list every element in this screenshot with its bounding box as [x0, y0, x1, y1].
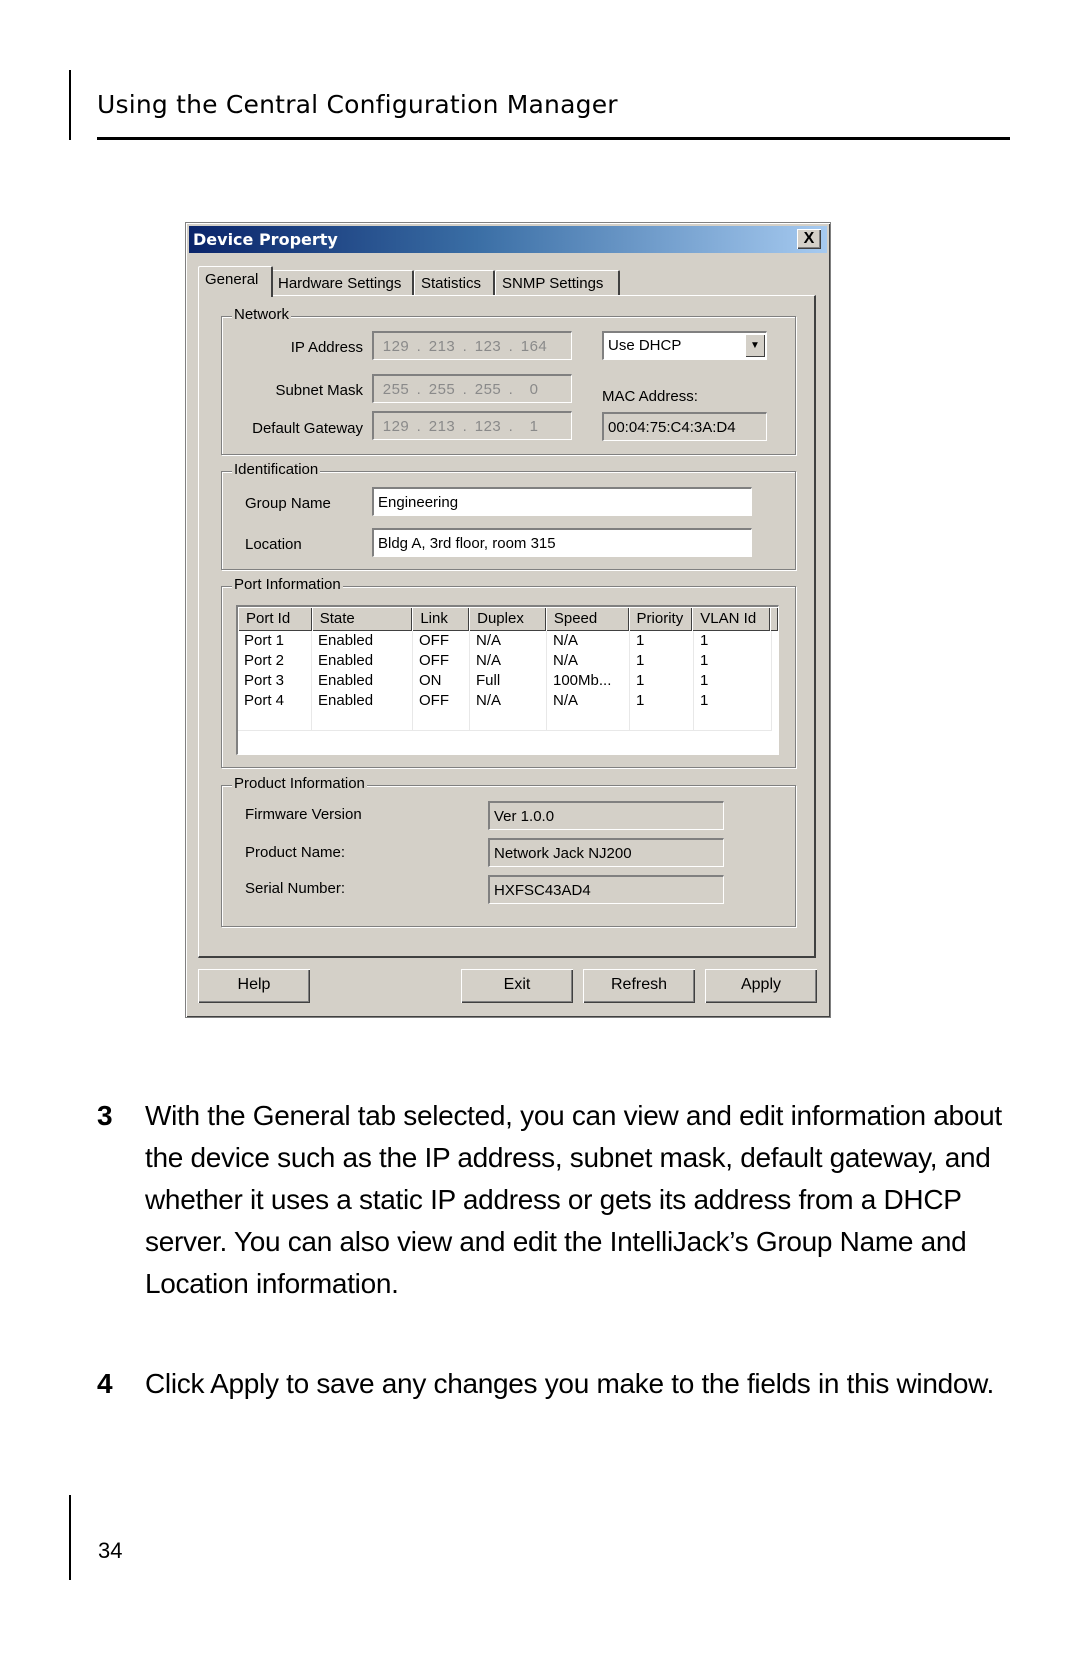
default-gateway-field[interactable]: 129. 213. 123. 1: [372, 411, 572, 440]
port-cell-link: OFF: [413, 691, 470, 711]
empty-row: [238, 711, 778, 731]
column-header-port-id[interactable]: Port Id: [238, 607, 312, 631]
step-text: With the General tab selected, you can v…: [145, 1100, 1002, 1299]
port-cell-speed: N/A: [547, 691, 630, 711]
port-list-body: Port 1 Enabled OFF N/A N/A 1 1 Port 2 Enabled OFF…: [238, 631, 778, 711]
serial-number-label: Serial Number:: [245, 880, 346, 897]
product-name-field: Network Jack NJ200: [488, 838, 724, 867]
general-tab-panel: Network IP Address 129. 213. 123. 164 Use D…: [198, 295, 816, 958]
dialog-title: Device Property: [193, 230, 338, 249]
port-cell-link: ON: [413, 671, 470, 691]
ip-address-field[interactable]: 129. 213. 123. 164: [372, 331, 572, 360]
page-number: 34: [98, 1538, 123, 1563]
header-rule: [97, 137, 1010, 140]
column-header-vlan-id[interactable]: VLAN Id: [692, 607, 770, 631]
port-list[interactable]: Port Id State Link Duplex Speed Priority…: [236, 605, 779, 755]
port-list-header: Port Id State Link Duplex Speed Priority…: [238, 607, 778, 631]
product-information-group-label: Product Information: [232, 775, 367, 792]
network-group: Network IP Address 129. 213. 123. 164 Use D…: [221, 306, 796, 455]
ip-mode-select[interactable]: Use DHCP ▼: [602, 331, 767, 360]
step-number: 4: [97, 1368, 113, 1399]
port-cell-link: OFF: [413, 651, 470, 671]
default-gateway-label: Default Gateway: [252, 420, 363, 437]
port-cell-duplex: Full: [470, 671, 547, 691]
tab-snmp-settings[interactable]: SNMP Settings: [495, 270, 620, 296]
port-cell-link: OFF: [413, 631, 470, 651]
close-button[interactable]: X: [797, 229, 821, 249]
location-input[interactable]: Bldg A, 3rd floor, room 315: [372, 528, 752, 557]
group-name-input[interactable]: Engineering: [372, 487, 752, 516]
identification-group: Identification Group Name Engineering Lo…: [221, 461, 796, 570]
identification-group-label: Identification: [232, 461, 321, 478]
port-row[interactable]: Port 4 Enabled OFF N/A N/A 1 1: [238, 691, 778, 711]
port-row[interactable]: Port 1 Enabled OFF N/A N/A 1 1: [238, 631, 778, 651]
port-cell-state: Enabled: [312, 651, 413, 671]
network-group-label: Network: [232, 306, 292, 323]
port-cell-duplex: N/A: [470, 631, 547, 651]
subnet-mask-label: Subnet Mask: [275, 382, 363, 399]
apply-button[interactable]: Apply: [705, 969, 817, 1003]
ip-mode-value: Use DHCP: [608, 337, 682, 354]
port-cell-port-id: Port 2: [238, 651, 312, 671]
port-cell-state: Enabled: [312, 671, 413, 691]
port-cell-priority: 1: [630, 651, 694, 671]
close-icon: X: [803, 230, 815, 247]
step-text: Click Apply to save any changes you make…: [145, 1368, 995, 1399]
column-header-priority[interactable]: Priority: [628, 607, 693, 631]
subnet-mask-field[interactable]: 255. 255. 255. 0: [372, 374, 572, 403]
port-row[interactable]: Port 2 Enabled OFF N/A N/A 1 1: [238, 651, 778, 671]
tab-general[interactable]: General: [198, 266, 273, 297]
port-cell-duplex: N/A: [470, 691, 547, 711]
product-name-label: Product Name:: [245, 844, 346, 861]
device-property-dialog: Device Property X General Hardware Setti…: [185, 222, 831, 1018]
mac-address-field: 00:04:75:C4:3A:D4: [602, 412, 767, 441]
port-cell-duplex: N/A: [470, 651, 547, 671]
column-header-link[interactable]: Link: [412, 607, 470, 631]
port-cell-port-id: Port 4: [238, 691, 312, 711]
firmware-version-field: Ver 1.0.0: [488, 801, 724, 830]
port-cell-priority: 1: [630, 631, 694, 651]
refresh-button[interactable]: Refresh: [583, 969, 695, 1003]
product-information-group: Product Information Firmware Version Ver…: [221, 775, 796, 927]
header-margin-bar: [69, 70, 71, 140]
port-cell-state: Enabled: [312, 631, 413, 651]
port-cell-port-id: Port 1: [238, 631, 312, 651]
column-header-speed[interactable]: Speed: [545, 607, 629, 631]
port-information-group: Port Information Port Id State Link Dupl…: [221, 576, 796, 768]
port-cell-priority: 1: [630, 691, 694, 711]
tab-hardware-settings[interactable]: Hardware Settings: [271, 270, 414, 296]
page-header-title: Using the Central Configuration Manager: [97, 90, 618, 119]
chevron-down-icon[interactable]: ▼: [745, 334, 765, 357]
firmware-version-label: Firmware Version: [245, 806, 362, 823]
location-label: Location: [245, 536, 302, 553]
port-cell-speed: N/A: [547, 651, 630, 671]
port-row[interactable]: Port 3 Enabled ON Full 100Mb... 1 1: [238, 671, 778, 691]
tab-statistics[interactable]: Statistics: [414, 270, 495, 296]
port-cell-vlan-id: 1: [694, 651, 772, 671]
column-header-duplex[interactable]: Duplex: [469, 607, 546, 631]
port-cell-vlan-id: 1: [694, 691, 772, 711]
ip-address-label: IP Address: [290, 339, 363, 356]
step-number: 3: [97, 1100, 113, 1131]
port-cell-vlan-id: 1: [694, 671, 772, 691]
column-header-state[interactable]: State: [311, 607, 413, 631]
port-cell-vlan-id: 1: [694, 631, 772, 651]
port-cell-speed: 100Mb...: [547, 671, 630, 691]
serial-number-field: HXFSC43AD4: [488, 875, 724, 904]
port-cell-port-id: Port 3: [238, 671, 312, 691]
exit-button[interactable]: Exit: [461, 969, 573, 1003]
port-cell-state: Enabled: [312, 691, 413, 711]
port-information-group-label: Port Information: [232, 576, 343, 593]
dialog-titlebar[interactable]: Device Property X: [189, 226, 827, 253]
port-cell-priority: 1: [630, 671, 694, 691]
footer-margin-bar: [69, 1495, 71, 1580]
group-name-label: Group Name: [245, 495, 331, 512]
mac-address-label: MAC Address:: [602, 388, 698, 405]
port-cell-speed: N/A: [547, 631, 630, 651]
help-button[interactable]: Help: [198, 969, 310, 1003]
